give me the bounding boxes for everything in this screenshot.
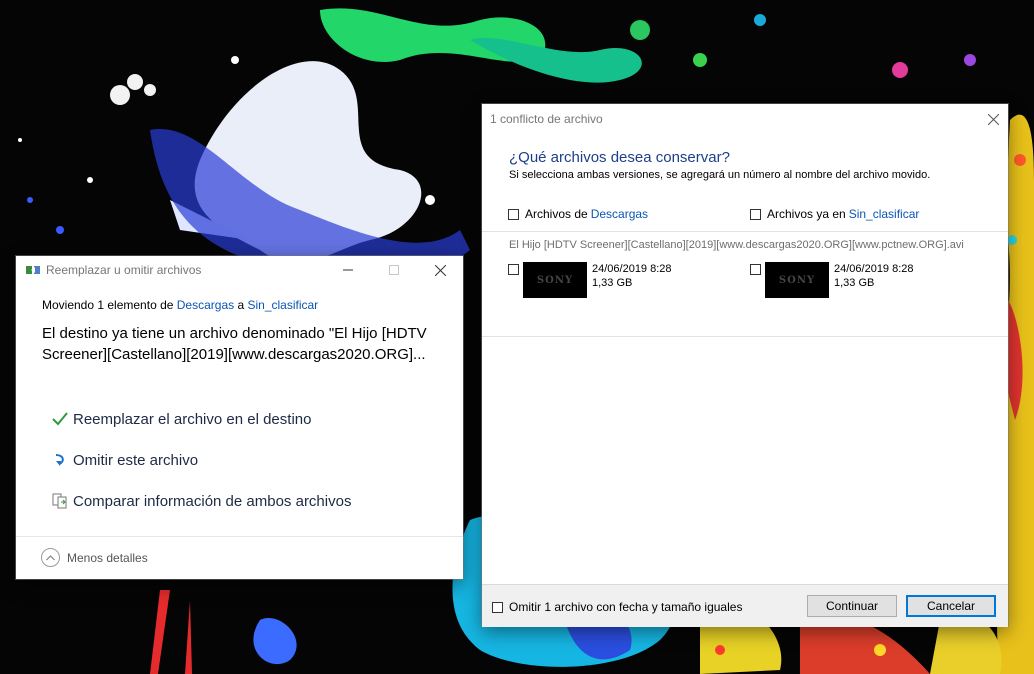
source-folder-link[interactable]: Descargas [177,298,234,312]
compare-files-label: Comparar información de ambos archivos [73,492,352,510]
checkmark-icon [50,409,70,429]
file-move-icon [26,264,40,276]
row-divider [482,336,1008,337]
skip-identical-label: Omitir 1 archivo con fecha y tamaño igua… [509,600,743,614]
conflict-dialog-title: 1 conflicto de archivo [490,112,603,126]
moving-prefix: Moviendo 1 elemento de [42,298,177,312]
dest-files-header[interactable]: Archivos ya en Sin_clasificar [750,207,919,221]
continue-button[interactable]: Continuar [807,595,897,617]
skip-arrow-icon [50,450,70,470]
header-divider [482,231,1008,232]
source-file-date: 24/06/2019 8:28 [592,263,672,275]
conflict-file-name: El Hijo [HDTV Screener][Castellano][2019… [509,239,964,251]
compare-files-icon [50,491,70,511]
destination-conflict-message: El destino ya tiene un archivo denominad… [42,325,427,363]
replace-dialog-titlebar[interactable]: Reemplazar u omitir archivos [16,256,463,284]
replace-file-option[interactable]: Reemplazar el archivo en el destino [50,407,311,431]
skip-file-label: Omitir este archivo [73,451,199,469]
close-button[interactable] [417,256,463,284]
dest-file-meta: 24/06/2019 8:28 1,33 GB [834,262,914,298]
select-all-dest-checkbox[interactable] [750,208,761,220]
maximize-button [371,256,417,284]
skip-file-option[interactable]: Omitir este archivo [50,448,198,472]
replace-or-skip-dialog: Reemplazar u omitir archivos Moviendo 1 … [16,256,463,579]
less-details-label: Menos detalles [67,550,148,565]
moving-status: Moviendo 1 elemento de Descargas a Sin_c… [42,298,318,312]
source-file-cell[interactable]: SONY 24/06/2019 8:28 1,33 GB [508,262,672,298]
source-file-meta: 24/06/2019 8:28 1,33 GB [592,262,672,298]
thumbnail-logo-text: SONY [778,274,816,286]
thumbnail-logo-text: SONY [536,274,574,286]
conflict-subtext: Si selecciona ambas versiones, se agrega… [509,169,931,181]
file-conflict-dialog: 1 conflicto de archivo ¿Qué archivos des… [482,104,1008,627]
cancel-button[interactable]: Cancelar [906,595,996,617]
source-file-thumbnail: SONY [523,262,587,298]
moving-middle: a [234,298,248,312]
conflict-close-button[interactable] [978,104,1008,134]
less-details-button[interactable]: Menos detalles [41,548,148,567]
source-file-checkbox[interactable] [508,264,519,275]
dest-header-link[interactable]: Sin_clasificar [849,207,920,221]
conflict-question: ¿Qué archivos desea conservar? [509,149,730,166]
close-icon [987,113,999,125]
conflict-footer: Omitir 1 archivo con fecha y tamaño igua… [482,584,1008,627]
minimize-button[interactable] [325,256,371,284]
dest-file-thumbnail: SONY [765,262,829,298]
dest-file-size: 1,33 GB [834,277,875,289]
dest-file-checkbox[interactable] [750,264,761,275]
skip-identical-option[interactable]: Omitir 1 archivo con fecha y tamaño igua… [492,600,742,614]
select-all-source-checkbox[interactable] [508,208,519,220]
source-file-size: 1,33 GB [592,277,633,289]
replace-file-label: Reemplazar el archivo en el destino [73,410,312,428]
source-header-link[interactable]: Descargas [591,207,648,221]
dest-header-prefix: Archivos ya en [767,207,846,221]
dest-folder-link[interactable]: Sin_clasificar [247,298,318,312]
replace-dialog-title: Reemplazar u omitir archivos [46,263,202,277]
close-icon [434,264,446,276]
minimize-icon [343,269,353,271]
source-header-prefix: Archivos de [525,207,588,221]
chevron-up-icon [41,548,60,567]
details-footer: Menos detalles [16,536,463,580]
skip-identical-checkbox[interactable] [492,601,503,613]
dest-file-date: 24/06/2019 8:28 [834,263,914,275]
source-files-header[interactable]: Archivos de Descargas [508,207,648,221]
dest-file-cell[interactable]: SONY 24/06/2019 8:28 1,33 GB [750,262,914,298]
maximize-icon [389,265,399,275]
compare-files-option[interactable]: Comparar información de ambos archivos [50,489,351,513]
